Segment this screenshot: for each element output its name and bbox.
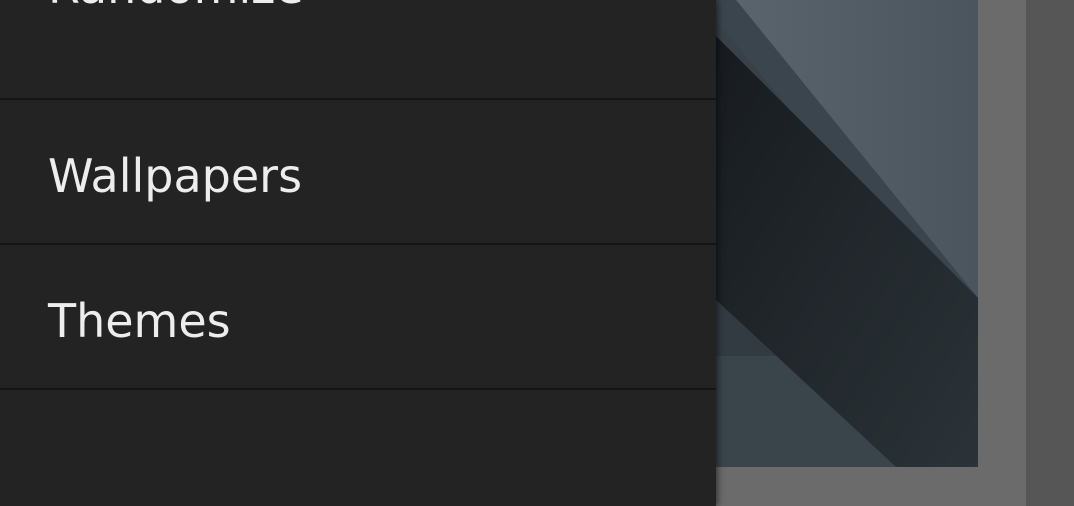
drawer-item-label: Wallpapers	[48, 149, 303, 203]
drawer-item-randomize[interactable]: Randomize	[0, 0, 716, 100]
wallpaper-image	[716, 0, 978, 467]
wallpaper-thumbnail[interactable]	[716, 0, 978, 467]
content-strip	[1026, 0, 1074, 506]
navigation-drawer: Randomize Wallpapers Themes	[0, 0, 716, 506]
drawer-item-label: Randomize	[48, 0, 304, 10]
screen: Randomize Wallpapers Themes	[0, 0, 1074, 506]
drawer-item-wallpapers[interactable]: Wallpapers	[0, 101, 716, 245]
drawer-item-themes[interactable]: Themes	[0, 246, 716, 390]
drawer-item-label: Themes	[48, 294, 231, 348]
